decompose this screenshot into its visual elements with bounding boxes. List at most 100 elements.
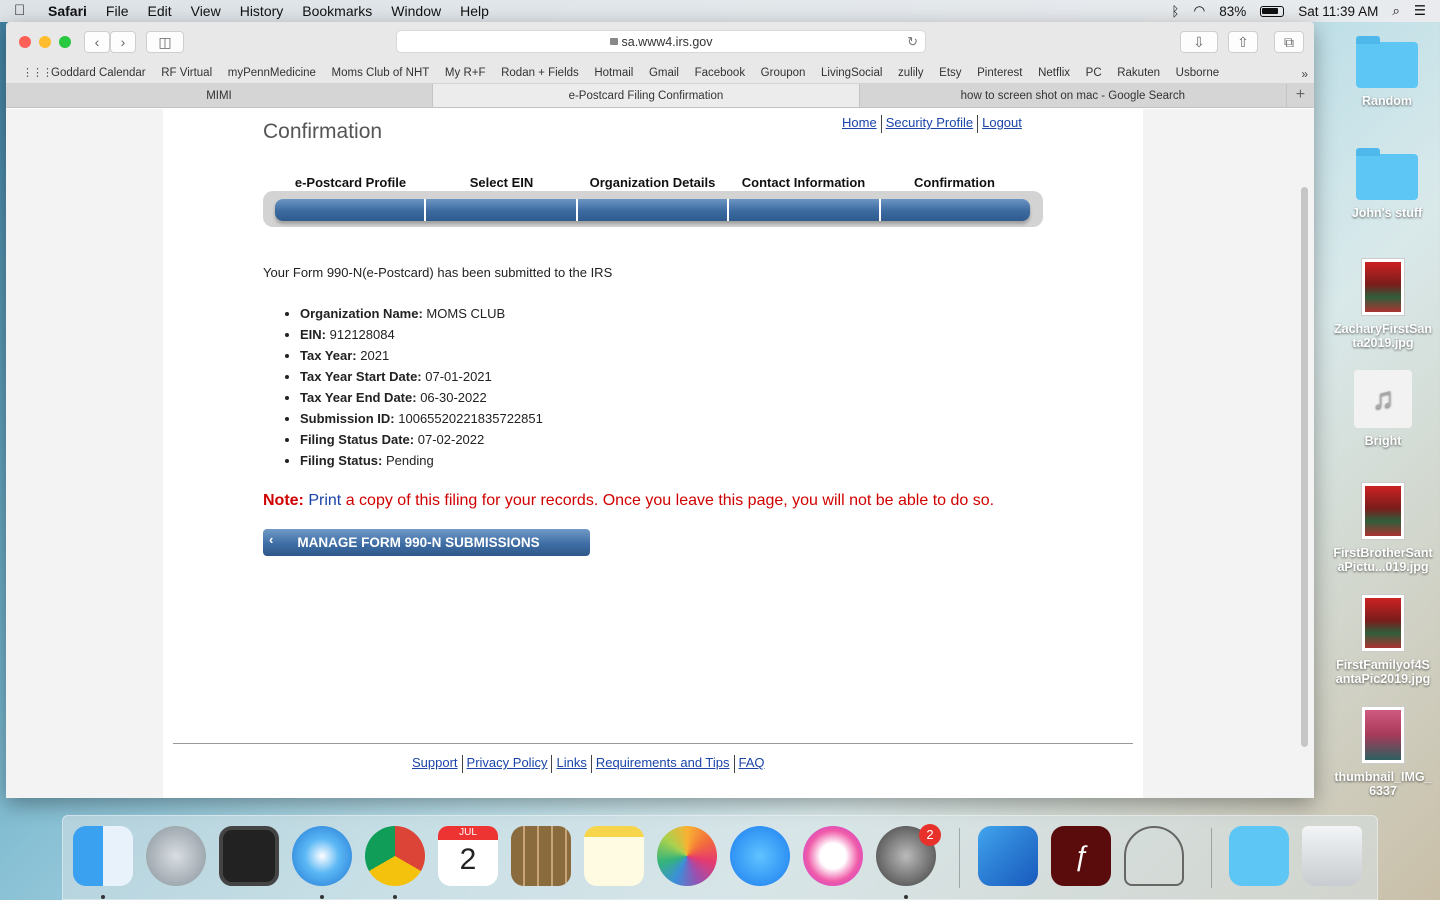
- manage-submissions-button[interactable]: ‹ MANAGE FORM 990-N SUBMISSIONS: [263, 529, 590, 556]
- music-icon[interactable]: [803, 826, 863, 886]
- desktop-file-firstbrother[interactable]: FirstBrotherSantaPictu...019.jpg: [1328, 482, 1438, 574]
- print-link[interactable]: Print: [308, 492, 341, 509]
- bookmark-gmail[interactable]: Gmail: [649, 67, 679, 79]
- bookmark-usborne[interactable]: Usborne: [1176, 67, 1219, 79]
- menu-bookmarks[interactable]: Bookmarks: [302, 3, 372, 19]
- reload-icon[interactable]: ↻: [907, 31, 918, 53]
- menu-window[interactable]: Window: [391, 3, 441, 19]
- bookmark-pinterest[interactable]: Pinterest: [977, 67, 1022, 79]
- note-text: a copy of this filing for your records. …: [345, 492, 995, 509]
- bluetooth-icon[interactable]: ᛒ: [1171, 4, 1179, 19]
- tab-epostcard-confirmation[interactable]: e-Postcard Filing Confirmation: [432, 84, 860, 107]
- menu-history[interactable]: History: [240, 3, 284, 19]
- tab-google-search[interactable]: how to screen shot on mac - Google Searc…: [860, 84, 1287, 107]
- detail-value: 10065520221835722851: [398, 411, 543, 426]
- bookmark-moms-club[interactable]: Moms Club of NHT: [332, 67, 430, 79]
- utility-app-icon[interactable]: [1124, 826, 1184, 886]
- lock-icon: [609, 38, 618, 45]
- bookmark-goddard-calendar[interactable]: Goddard Calendar: [51, 67, 146, 79]
- launchpad-icon[interactable]: [146, 826, 206, 886]
- wifi-icon[interactable]: ◠: [1193, 3, 1205, 19]
- menu-app-safari[interactable]: Safari: [48, 3, 87, 19]
- detail-value: MOMS CLUB: [426, 306, 506, 321]
- progress-segment: [426, 199, 578, 221]
- spotlight-search-icon[interactable]: ⌕: [1392, 3, 1400, 19]
- address-bar[interactable]: sa.www4.irs.gov ↻: [396, 30, 926, 53]
- menubar-status-area: ᛒ ◠ 83% Sat 11:39 AM ⌕ ☰: [1171, 0, 1426, 22]
- calculator-icon[interactable]: [511, 826, 571, 886]
- desktop-file-zachary[interactable]: ZacharyFirstSanta2019.jpg: [1328, 258, 1438, 350]
- home-link[interactable]: Home: [842, 115, 877, 133]
- support-link[interactable]: Support: [412, 755, 458, 773]
- more-bookmarks-icon[interactable]: »: [1301, 67, 1308, 81]
- tab-mimi[interactable]: MIMI: [6, 84, 433, 107]
- bookmark-netflix[interactable]: Netflix: [1038, 67, 1070, 79]
- bookmark-rakuten[interactable]: Rakuten: [1117, 67, 1160, 79]
- sidebar-toggle-button[interactable]: ◫: [146, 31, 184, 53]
- menu-help[interactable]: Help: [460, 3, 489, 19]
- bookmark-facebook[interactable]: Facebook: [695, 67, 746, 79]
- photo-booth-icon[interactable]: [219, 826, 279, 886]
- bookmark-zulily[interactable]: zulily: [898, 67, 924, 79]
- forward-button[interactable]: ›: [110, 31, 136, 53]
- downloads-folder-icon[interactable]: [1229, 826, 1289, 886]
- chrome-icon[interactable]: [365, 826, 425, 886]
- safari-icon[interactable]: [292, 826, 352, 886]
- requirements-tips-link[interactable]: Requirements and Tips: [596, 755, 730, 773]
- battery-percent[interactable]: 83%: [1219, 4, 1246, 19]
- menu-view[interactable]: View: [191, 3, 221, 19]
- close-window-button[interactable]: [19, 36, 31, 48]
- downloads-button[interactable]: ⇩: [1180, 31, 1218, 53]
- zoom-window-button[interactable]: [59, 36, 71, 48]
- security-profile-link[interactable]: Security Profile: [886, 115, 973, 133]
- new-tab-icon[interactable]: +: [1287, 84, 1314, 107]
- photos-icon[interactable]: [657, 826, 717, 886]
- minimize-window-button[interactable]: [39, 36, 51, 48]
- faq-link[interactable]: FAQ: [739, 755, 765, 773]
- logout-link[interactable]: Logout: [982, 115, 1022, 133]
- trash-icon[interactable]: [1302, 826, 1362, 886]
- desktop-file-bright[interactable]: ♫ Bright: [1328, 370, 1438, 448]
- flash-player-icon[interactable]: ƒ: [1051, 826, 1111, 886]
- bookmark-livingsocial[interactable]: LivingSocial: [821, 67, 882, 79]
- finder-icon[interactable]: [73, 826, 133, 886]
- desktop-item-label: thumbnail_IMG_6337: [1334, 770, 1432, 798]
- bookmark-rf-virtual[interactable]: RF Virtual: [161, 67, 212, 79]
- apple-menu-icon[interactable]: : [14, 3, 30, 19]
- bookmark-etsy[interactable]: Etsy: [939, 67, 961, 79]
- notification-center-icon[interactable]: ☰: [1414, 3, 1426, 19]
- links-link[interactable]: Links: [556, 755, 586, 773]
- bookmark-pc[interactable]: PC: [1086, 67, 1102, 79]
- favorites-grid-icon[interactable]: ⋮⋮⋮: [22, 66, 53, 79]
- desktop-folder-johns-stuff[interactable]: John's stuff: [1332, 148, 1440, 220]
- share-button[interactable]: ⇧: [1228, 31, 1258, 53]
- calendar-day: 2: [459, 843, 477, 876]
- bookmark-groupon[interactable]: Groupon: [761, 67, 806, 79]
- battery-icon[interactable]: [1260, 5, 1285, 17]
- dock-divider: [959, 828, 960, 888]
- top-links: Home Security Profile Logout: [842, 115, 1022, 133]
- desktop-file-firstfamily[interactable]: FirstFamilyof4SantaPic2019.jpg: [1328, 594, 1438, 686]
- show-tabs-button[interactable]: ⧉: [1274, 31, 1304, 53]
- desktop-folder-random[interactable]: Random: [1332, 36, 1440, 108]
- running-indicator: [101, 895, 105, 899]
- image-thumbnail-icon: [1361, 482, 1405, 540]
- privacy-policy-link[interactable]: Privacy Policy: [467, 755, 548, 773]
- desktop-file-thumbnail[interactable]: thumbnail_IMG_6337: [1328, 706, 1438, 798]
- app-store-icon[interactable]: [730, 826, 790, 886]
- back-button[interactable]: ‹: [84, 31, 110, 53]
- notes-icon[interactable]: [584, 826, 644, 886]
- bookmark-mypennmedicine[interactable]: myPennMedicine: [228, 67, 316, 79]
- word-icon[interactable]: [978, 826, 1038, 886]
- menu-file[interactable]: File: [106, 3, 129, 19]
- calendar-icon[interactable]: JUL 2: [438, 826, 498, 886]
- vertical-scrollbar[interactable]: [1301, 187, 1308, 747]
- step-confirmation: Confirmation: [914, 175, 995, 190]
- bookmark-hotmail[interactable]: Hotmail: [594, 67, 633, 79]
- chevron-left-icon: ‹: [269, 532, 274, 547]
- menu-edit[interactable]: Edit: [147, 3, 171, 19]
- detail-label: Tax Year:: [300, 348, 357, 363]
- bookmark-my-rf[interactable]: My R+F: [445, 67, 486, 79]
- bookmark-rodan-fields[interactable]: Rodan + Fields: [501, 67, 579, 79]
- clock[interactable]: Sat 11:39 AM: [1298, 4, 1378, 19]
